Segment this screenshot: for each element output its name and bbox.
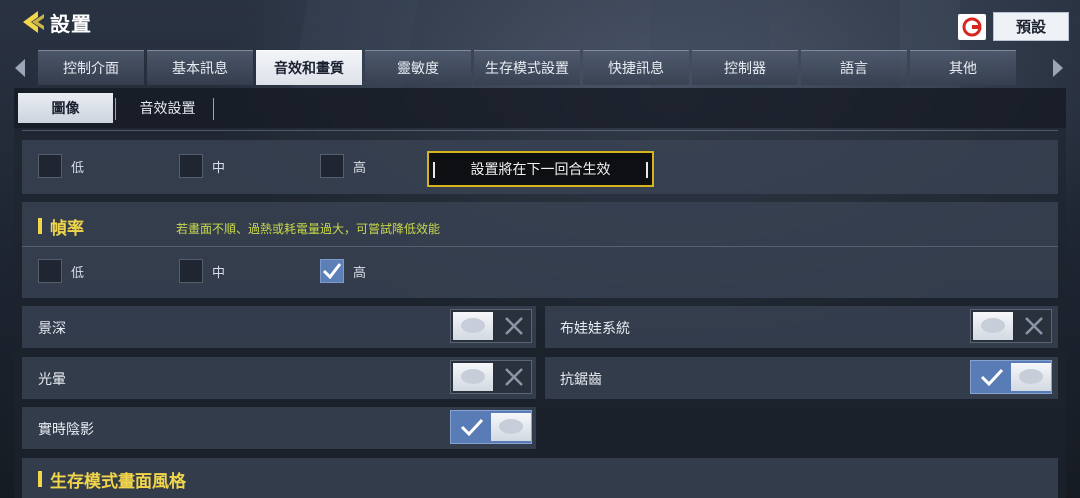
tab-sensitivity[interactable]: 靈敏度 xyxy=(365,50,471,85)
checkbox[interactable] xyxy=(179,154,203,178)
toggle-knob xyxy=(1011,363,1051,391)
framerate-hint: 若畫面不順、過熱或耗電量過大，可嘗試降低效能 xyxy=(176,222,441,236)
anti-aliasing-toggle[interactable] xyxy=(970,360,1052,394)
toggle-label: 光暈 xyxy=(38,372,66,388)
tab-survival-settings[interactable]: 生存模式設置 xyxy=(474,50,580,85)
garena-logo-icon xyxy=(958,14,986,40)
back-arrow-icon[interactable] xyxy=(20,8,48,36)
option-label: 低 xyxy=(71,265,85,281)
subtab-bar: 圖像 音效設置 xyxy=(14,88,1066,128)
checkbox[interactable] xyxy=(179,259,203,283)
framerate-option-high[interactable]: 高 xyxy=(320,259,366,283)
divider xyxy=(22,130,1058,131)
tab-scroll-left-icon[interactable] xyxy=(14,58,26,78)
option-label: 低 xyxy=(71,160,85,176)
section-marker xyxy=(38,471,42,487)
quality-option-low[interactable]: 低 xyxy=(38,154,84,178)
toggle-label: 景深 xyxy=(38,321,66,337)
close-icon xyxy=(505,317,523,335)
framerate-panel xyxy=(22,202,1058,298)
checkbox[interactable] xyxy=(38,154,62,178)
ragdoll-toggle[interactable] xyxy=(970,309,1052,343)
tab-other[interactable]: 其他 xyxy=(910,50,1016,85)
framerate-option-low[interactable]: 低 xyxy=(38,259,84,283)
close-icon xyxy=(1025,317,1043,335)
tab-quick-messages[interactable]: 快捷訊息 xyxy=(583,50,689,85)
option-label: 高 xyxy=(353,265,367,281)
survival-style-title: 生存模式畫面風格 xyxy=(50,472,186,492)
tab-language[interactable]: 語言 xyxy=(801,50,907,85)
toggle-knob xyxy=(491,413,531,441)
section-marker xyxy=(38,218,42,234)
subtab-audio-settings[interactable]: 音效設置 xyxy=(119,93,216,123)
quality-option-high[interactable]: 高 xyxy=(320,154,366,178)
tab-scroll-right-icon[interactable] xyxy=(1052,58,1064,78)
subtab-divider xyxy=(115,98,116,120)
preset-button[interactable]: 預設 xyxy=(993,12,1069,41)
checkbox[interactable] xyxy=(320,154,344,178)
toggle-knob xyxy=(453,363,493,391)
option-label: 中 xyxy=(212,160,226,176)
quality-option-medium[interactable]: 中 xyxy=(179,154,225,178)
depth-of-field-toggle[interactable] xyxy=(450,309,532,343)
divider xyxy=(22,246,1058,247)
tab-bar: 控制介面 基本訊息 音效和畫質 靈敏度 生存模式設置 快捷訊息 控制器 語言 其… xyxy=(38,50,1016,85)
toggle-label: 實時陰影 xyxy=(38,422,94,438)
tab-audio-graphics[interactable]: 音效和畫質 xyxy=(256,50,362,85)
page-title: 設置 xyxy=(50,12,92,36)
check-icon xyxy=(460,418,484,437)
option-label: 高 xyxy=(353,160,367,176)
check-icon xyxy=(980,368,1004,387)
checkbox[interactable] xyxy=(38,259,62,283)
check-icon xyxy=(322,263,342,280)
checkbox-checked[interactable] xyxy=(320,259,344,283)
toggle-label: 布娃娃系統 xyxy=(560,321,630,337)
tab-control-interface[interactable]: 控制介面 xyxy=(38,50,144,85)
next-round-notice: 設置將在下一回合生效 xyxy=(427,151,654,187)
realtime-shadow-toggle[interactable] xyxy=(450,410,532,444)
tab-basic-info[interactable]: 基本訊息 xyxy=(147,50,253,85)
toggle-knob xyxy=(453,312,493,340)
subtab-divider xyxy=(213,98,214,120)
bloom-toggle[interactable] xyxy=(450,360,532,394)
framerate-title: 幀率 xyxy=(50,219,84,239)
framerate-option-medium[interactable]: 中 xyxy=(179,259,225,283)
close-icon xyxy=(505,368,523,386)
option-label: 中 xyxy=(212,265,226,281)
tab-controller[interactable]: 控制器 xyxy=(692,50,798,85)
toggle-label: 抗鋸齒 xyxy=(560,372,602,388)
subtab-graphics[interactable]: 圖像 xyxy=(18,93,113,123)
toggle-knob xyxy=(973,312,1013,340)
